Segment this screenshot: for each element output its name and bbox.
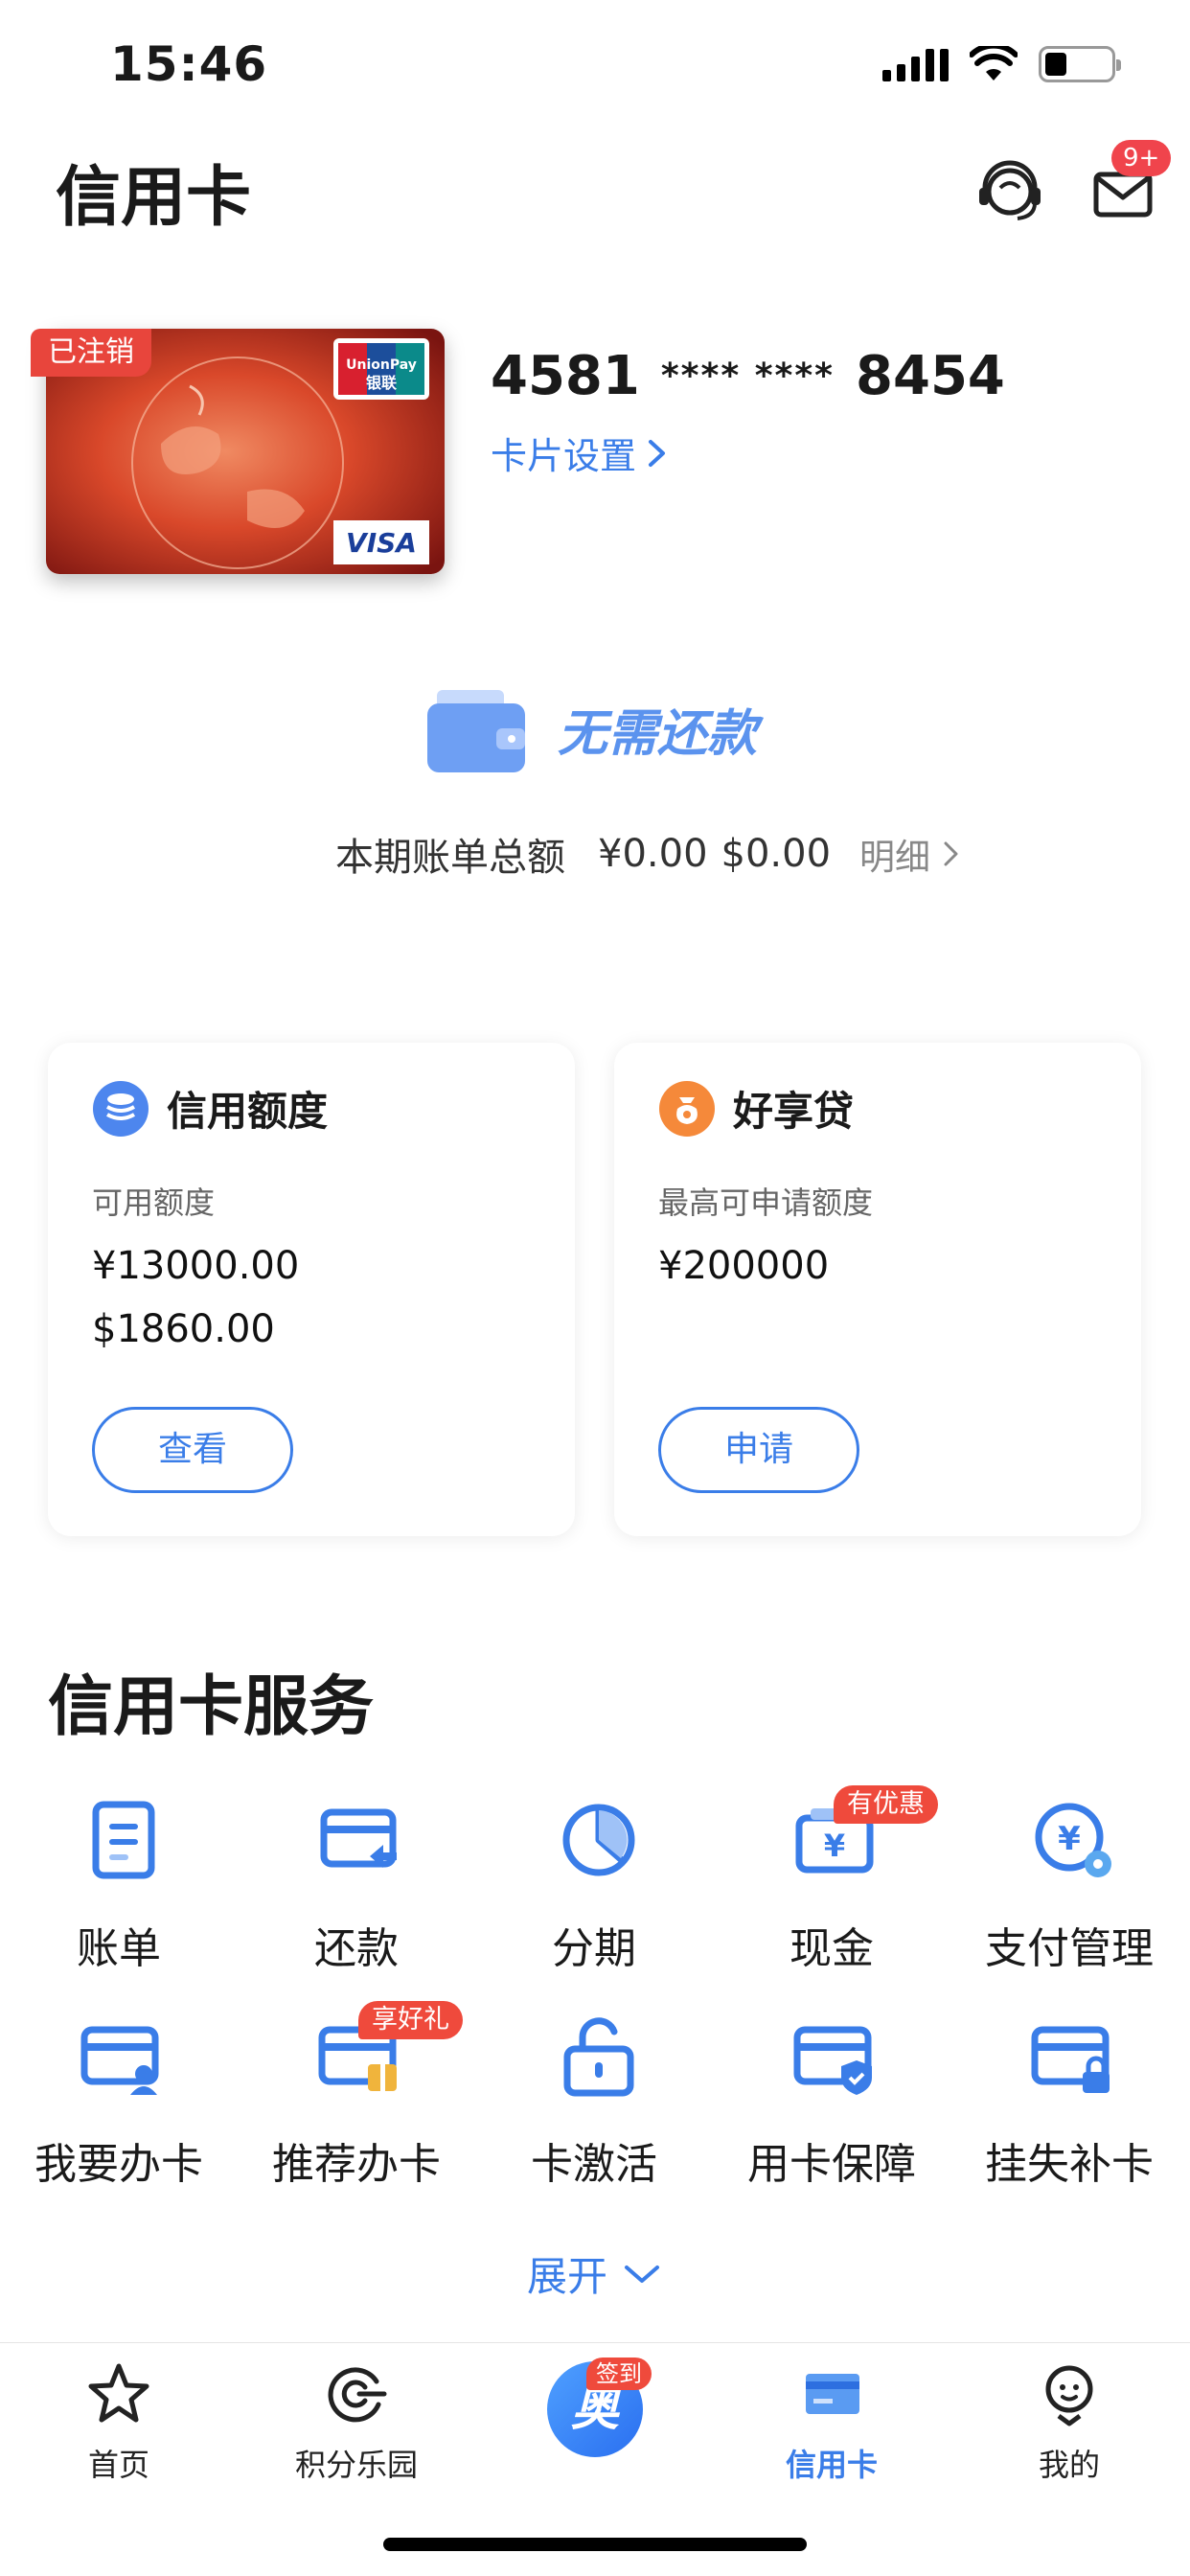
wallet-icon [427, 690, 525, 772]
page-title: 信用卡 [56, 160, 252, 236]
card-settings-label: 卡片设置 [491, 435, 637, 477]
svg-text:UnionPay: UnionPay [346, 357, 417, 373]
chevron-right-icon [649, 439, 666, 467]
credit-limit-card: 信用额度 可用额度 ¥13000.00 $1860.00 查看 [48, 1043, 575, 1536]
bill-total-label: 本期账单总额 [335, 836, 565, 880]
battery-icon [1039, 46, 1121, 82]
bill-icon [92, 1801, 155, 1879]
service-recommend-card[interactable]: 享好礼 推荐办卡 [238, 2001, 475, 2204]
view-button[interactable]: 查看 [92, 1407, 293, 1493]
installment-icon [562, 1804, 635, 1876]
tab-home[interactable]: 首页 [0, 2360, 238, 2485]
loan-title: 好享贷 [733, 1088, 855, 1135]
tab-points[interactable]: 积分乐园 [238, 2360, 475, 2485]
apply-card-icon [80, 2026, 159, 2095]
service-installment[interactable]: 分期 [475, 1797, 713, 1989]
card-status-badge: 已注销 [31, 329, 151, 377]
credit-limit-subtitle: 可用额度 [92, 1184, 216, 1221]
points-icon [328, 2367, 387, 2423]
svg-text:银联: 银联 [366, 374, 397, 392]
service-label: 推荐办卡 [272, 2140, 441, 2189]
header: 信用卡 [0, 134, 1190, 249]
service-cash[interactable]: 有优惠 ¥ 现金 [713, 1785, 950, 1989]
tab-label: 积分乐园 [294, 2447, 418, 2483]
profile-icon [1045, 2365, 1093, 2426]
repay-icon [320, 1808, 397, 1868]
service-apply-card[interactable]: 我要办卡 [0, 2012, 238, 2204]
bill-amount-cny: ¥0.00 [598, 832, 708, 876]
service-label: 用卡保障 [747, 2140, 916, 2189]
service-label: 账单 [77, 1924, 161, 1973]
credit-limit-header: 信用额度 [92, 1079, 328, 1138]
loan-card: 好享贷 最高可申请额度 ¥200000 申请 [614, 1043, 1141, 1536]
chevron-right-icon [944, 841, 958, 866]
svg-text:VISA: VISA [346, 527, 417, 559]
unlock-icon [563, 2017, 634, 2097]
tab-label: 我的 [1038, 2447, 1100, 2483]
status-icons [882, 46, 1121, 82]
home-indicator [383, 2538, 807, 2551]
service-promo-tag: 享好礼 [358, 2001, 463, 2039]
service-label: 还款 [314, 1924, 399, 1973]
unionpay-logo: UnionPay 银联 [333, 338, 429, 400]
card-number-suffix: 8454 [856, 345, 1005, 407]
card-lock-icon [1031, 2026, 1110, 2093]
services-title: 信用卡服务 [48, 1669, 375, 1745]
service-label: 我要办卡 [34, 2140, 203, 2189]
card-number: 4581 **** **** 8454 [491, 345, 1005, 407]
checkin-badge: 签到 [586, 2358, 652, 2390]
status-bar: 15:46 [0, 0, 1190, 134]
star-icon [88, 2363, 149, 2423]
card-number-prefix: 4581 [491, 345, 640, 407]
tab-label: 首页 [87, 2447, 149, 2483]
service-report-loss[interactable]: 挂失补卡 [950, 2012, 1188, 2204]
service-label: 现金 [790, 1924, 874, 1973]
loan-subtitle: 最高可申请额度 [658, 1184, 874, 1221]
credit-limit-usd: $1860.00 [92, 1307, 275, 1351]
service-label: 卡激活 [531, 2140, 657, 2189]
expand-button[interactable]: 展开 [527, 2244, 661, 2303]
tab-credit-card[interactable]: 信用卡 [713, 2360, 950, 2485]
visa-logo: VISA [333, 520, 429, 564]
customer-service-icon[interactable] [972, 153, 1048, 230]
wifi-icon [970, 46, 1018, 80]
svg-text:¥: ¥ [824, 1828, 845, 1864]
status-time: 15:46 [110, 36, 268, 92]
service-promo-tag: 有优惠 [834, 1785, 938, 1824]
service-label: 支付管理 [985, 1924, 1154, 1973]
bill-detail-label: 明细 [859, 837, 931, 878]
bill-total: 本期账单总额 ¥0.00 $0.00 明细 [335, 826, 961, 882]
bill-amount-usd: $0.00 [721, 832, 832, 876]
chevron-down-icon [625, 2265, 660, 2283]
service-activate[interactable]: 卡激活 [475, 2012, 713, 2204]
mail-badge: 9+ [1111, 140, 1172, 176]
service-label: 挂失补卡 [985, 2140, 1154, 2189]
payment-manage-icon: ¥ [1035, 1803, 1111, 1877]
loan-header: 好享贷 [658, 1079, 854, 1138]
credit-card-icon [806, 2374, 859, 2414]
apply-button[interactable]: 申请 [658, 1407, 859, 1493]
payment-status-text: 无需还款 [558, 704, 758, 763]
credit-limit-title: 信用额度 [167, 1088, 329, 1135]
tab-profile[interactable]: 我的 [950, 2360, 1188, 2485]
expand-label: 展开 [527, 2253, 608, 2300]
service-payment-manage[interactable]: ¥ 支付管理 [950, 1797, 1188, 1989]
service-label: 分期 [552, 1924, 636, 1973]
loan-amount: ¥200000 [658, 1244, 830, 1288]
coins-icon [93, 1080, 149, 1137]
card-settings-link[interactable]: 卡片设置 [491, 426, 669, 479]
money-bag-icon [659, 1080, 715, 1137]
service-card-protect[interactable]: 用卡保障 [713, 2012, 950, 2204]
svg-text:¥: ¥ [1058, 1820, 1081, 1858]
service-bill[interactable]: 账单 [0, 1797, 238, 1989]
tab-label: 信用卡 [785, 2447, 878, 2483]
bill-detail-link[interactable]: 明细 [859, 828, 961, 880]
card-number-mask: **** **** [660, 356, 835, 396]
cellular-signal-icon [882, 47, 949, 81]
payment-status: 无需还款 [427, 682, 757, 774]
service-repay[interactable]: 还款 [238, 1797, 475, 1989]
credit-limit-cny: ¥13000.00 [92, 1244, 300, 1288]
card-protect-icon [793, 2026, 872, 2095]
